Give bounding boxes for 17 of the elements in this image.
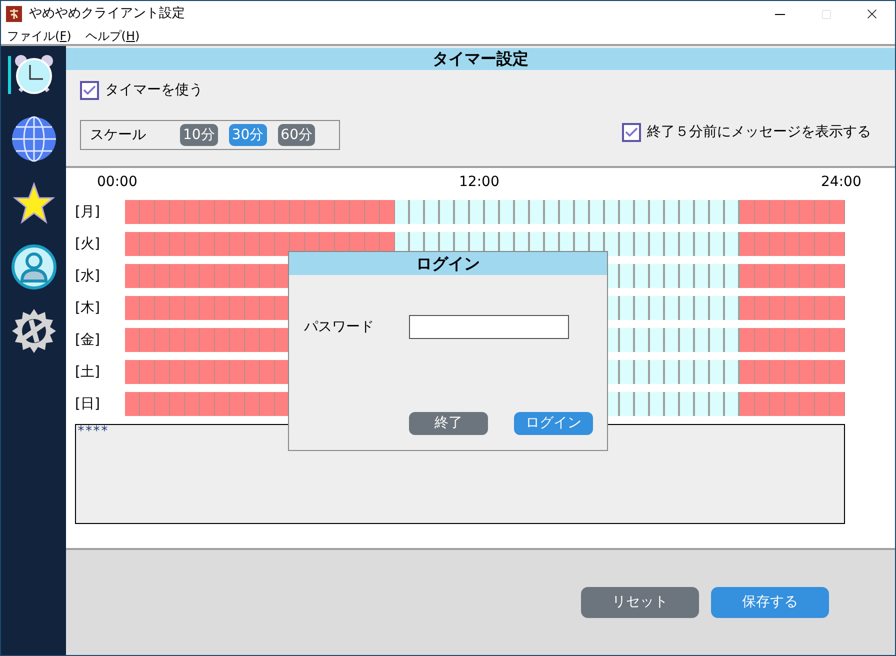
time-label: 12:00 <box>459 173 500 192</box>
time-label: 00:00 <box>97 173 138 192</box>
window-title: やめやめクライアント設定 <box>29 5 185 24</box>
time-label: 24:00 <box>821 173 862 192</box>
panel-title: タイマー設定 <box>432 48 528 70</box>
dialog-title: ログイン <box>416 252 480 274</box>
day-label: [木] <box>75 298 101 318</box>
day-label: [火] <box>75 234 101 254</box>
scale-label: スケール <box>90 126 147 144</box>
checkbox-label: 終了５分前にメッセージを表示する <box>647 123 871 142</box>
day-label: [水] <box>75 266 101 286</box>
day-label: [土] <box>75 362 101 382</box>
day-label: [金] <box>75 330 101 350</box>
day-label: [日] <box>75 394 101 414</box>
checkbox-label: タイマーを使う <box>105 81 203 100</box>
day-label: [月] <box>75 202 101 222</box>
password-label: パスワード <box>304 318 375 336</box>
